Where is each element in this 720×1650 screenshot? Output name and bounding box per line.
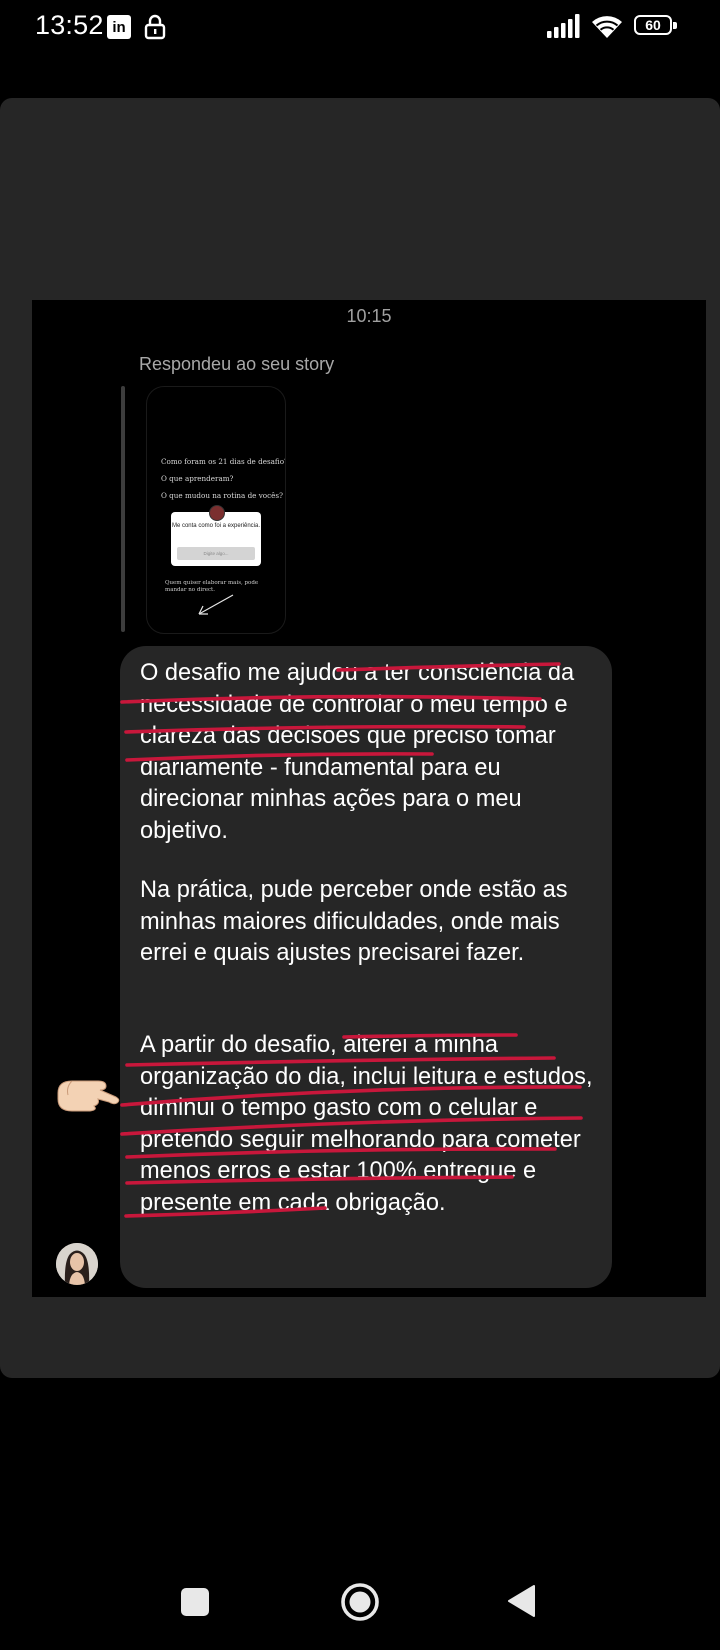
- arrow-icon: [198, 594, 234, 615]
- home-button[interactable]: [340, 1582, 380, 1622]
- avatar[interactable]: [56, 1243, 98, 1285]
- avatar-image: [56, 1243, 98, 1285]
- message-bubble[interactable]: O desafio me ajudou a ter consciência da…: [120, 646, 612, 1288]
- story-question-1: Como foram os 21 dias de desafio?: [161, 457, 286, 466]
- story-box-input: Digite algo...: [177, 547, 255, 560]
- status-bar: 13:52 in 60: [0, 0, 720, 56]
- story-question-2: O que aprenderam?: [161, 474, 234, 483]
- message-paragraph-2: Na prática, pude perceber onde estão as …: [140, 877, 568, 967]
- message-paragraph-3: A partir do desafio, alterei a minha org…: [140, 1032, 593, 1216]
- wifi-icon: [592, 16, 622, 38]
- lock-icon: [144, 14, 166, 40]
- chat-timestamp: 10:15: [346, 306, 392, 326]
- battery-level: 60: [634, 15, 672, 35]
- signal-icon: [547, 14, 580, 38]
- back-button[interactable]: [507, 1584, 537, 1618]
- story-thumbnail[interactable]: Como foram os 21 dias de desafio? O que …: [146, 386, 286, 634]
- recents-button[interactable]: [181, 1588, 209, 1616]
- story-question-3: O que mudou na rotina de vocês?: [161, 491, 283, 500]
- linkedin-icon: in: [107, 15, 131, 39]
- story-reply-label: Respondeu ao seu story: [139, 354, 335, 374]
- reply-quote-bar: [121, 386, 125, 632]
- pointing-hand-icon: [57, 1080, 120, 1112]
- message-paragraph-1: O desafio me ajudou a ter consciência da…: [140, 660, 575, 844]
- story-avatar: [209, 505, 225, 521]
- battery-tip: [673, 22, 677, 29]
- status-time: 13:52: [35, 10, 104, 40]
- story-box-prompt: Me conta como foi a experiência.: [171, 523, 261, 529]
- battery-icon: 60: [634, 15, 678, 37]
- chat-screenshot: 10:15 Respondeu ao seu story Como foram …: [32, 300, 706, 1297]
